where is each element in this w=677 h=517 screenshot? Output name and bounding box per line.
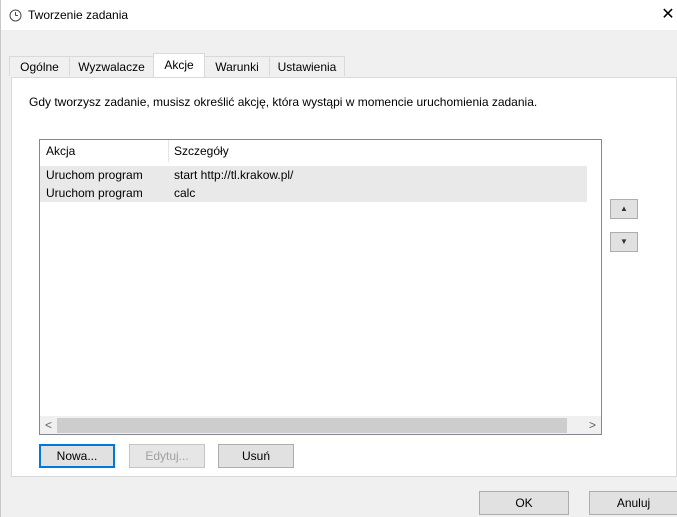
new-action-button[interactable]: Nowa...	[39, 444, 115, 468]
action-details: calc	[174, 186, 196, 200]
delete-action-button[interactable]: Usuń	[218, 444, 294, 468]
task-dialog: Tworzenie zadania ✕ Ogólne Wyzwalacze Ak…	[0, 0, 677, 517]
action-type: Uruchom program	[46, 186, 143, 200]
title-bar: Tworzenie zadania ✕	[1, 0, 677, 30]
list-item[interactable]: Uruchom program start http://tl.krakow.p…	[40, 166, 587, 184]
actions-description: Gdy tworzysz zadanie, musisz określić ak…	[29, 95, 538, 109]
ok-button[interactable]: OK	[479, 491, 569, 515]
tab-triggers[interactable]: Wyzwalacze	[69, 56, 154, 76]
action-details: start http://tl.krakow.pl/	[174, 168, 294, 182]
move-down-button[interactable]: ▼	[610, 232, 638, 252]
close-button[interactable]: ✕	[658, 0, 677, 30]
tab-general[interactable]: Ogólne	[9, 56, 70, 76]
tab-conditions[interactable]: Warunki	[204, 56, 270, 76]
action-type: Uruchom program	[46, 168, 143, 182]
list-header: Akcja Szczegóły	[40, 140, 601, 162]
column-header-action[interactable]: Akcja	[46, 144, 75, 158]
tab-actions[interactable]: Akcje	[153, 53, 205, 77]
cancel-button[interactable]: Anuluj	[589, 491, 677, 515]
scroll-right-button[interactable]: >	[584, 417, 601, 434]
tab-settings[interactable]: Ustawienia	[269, 56, 345, 76]
column-divider[interactable]	[168, 140, 169, 162]
window-title: Tworzenie zadania	[28, 8, 129, 22]
actions-list[interactable]: Akcja Szczegóły Uruchom program start ht…	[39, 139, 602, 435]
column-header-details[interactable]: Szczegóły	[174, 144, 229, 158]
clock-icon	[9, 9, 22, 22]
scroll-thumb[interactable]	[57, 418, 567, 433]
actions-panel: Gdy tworzysz zadanie, musisz określić ak…	[11, 77, 677, 477]
horizontal-scrollbar[interactable]: < >	[40, 416, 601, 434]
scroll-left-button[interactable]: <	[40, 417, 57, 434]
list-item[interactable]: Uruchom program calc	[40, 184, 587, 202]
edit-action-button[interactable]: Edytuj...	[129, 444, 205, 468]
move-up-button[interactable]: ▲	[610, 199, 638, 219]
